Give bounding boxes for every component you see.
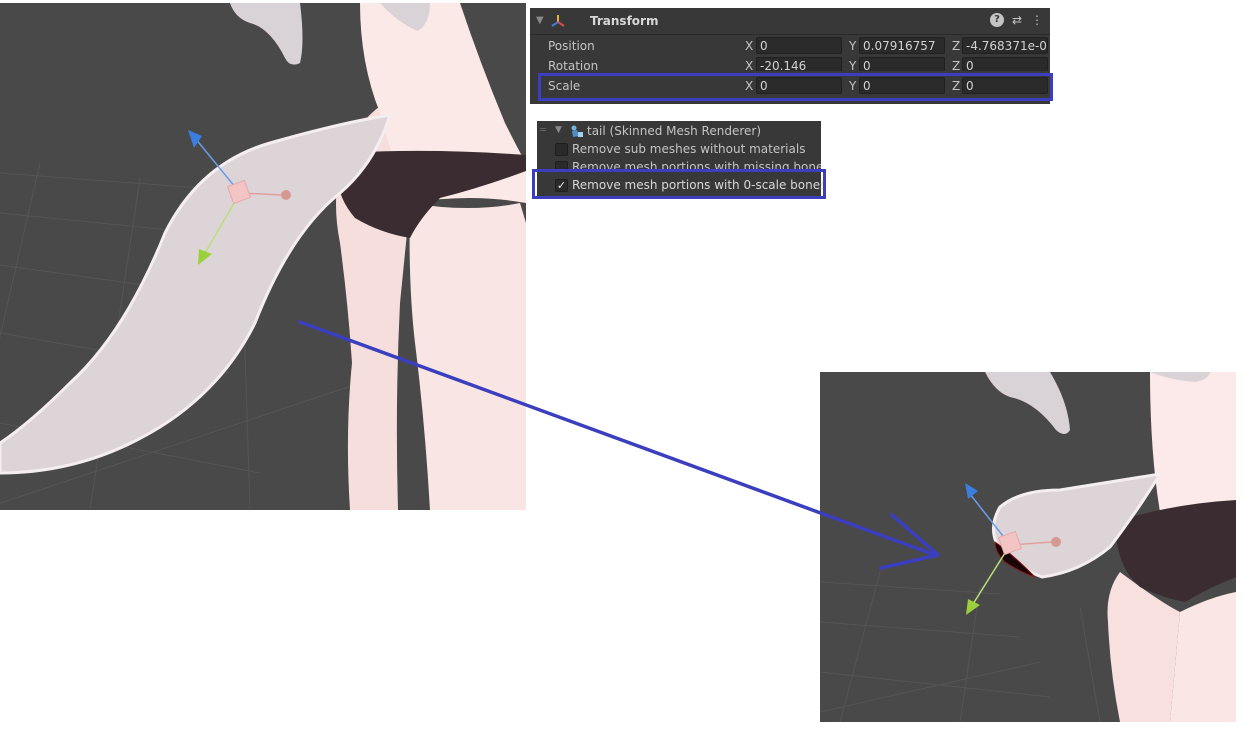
annotation-arrow	[298, 320, 940, 570]
